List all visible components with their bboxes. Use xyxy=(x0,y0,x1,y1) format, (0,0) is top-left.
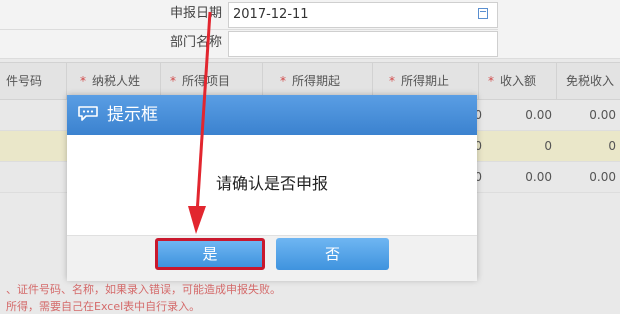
declare-date-input[interactable]: 2017-12-11 xyxy=(228,2,498,28)
cell-tax-free-income: 0 xyxy=(608,139,616,153)
calendar-icon[interactable] xyxy=(478,8,488,19)
cell-income-amount: 0 xyxy=(544,139,552,153)
col-id-number: 件号码 xyxy=(6,74,43,88)
note-line-1: 、证件号码、名称，如果录入错误，可能造成申报失败。 xyxy=(6,283,281,296)
form-blank xyxy=(498,0,620,58)
column-divider xyxy=(372,63,373,99)
col-period-end: * 所得期止 xyxy=(389,74,450,88)
dialog-header: 提示框 xyxy=(67,95,477,135)
no-button[interactable]: 否 xyxy=(276,238,389,270)
column-divider xyxy=(160,63,161,99)
col-income-amount: * 收入额 xyxy=(488,74,537,88)
yes-button[interactable]: 是 xyxy=(155,238,265,270)
confirm-dialog: 提示框 请确认是否申报 是 否 xyxy=(67,95,477,281)
department-label: 部门名称 xyxy=(169,35,222,50)
note-line-2: 所得，需要自己在Excel表中自行录入。 xyxy=(6,300,201,313)
col-income-item: * 所得项目 xyxy=(170,74,231,88)
dialog-message: 请确认是否申报 xyxy=(215,174,328,193)
chat-bubble-icon xyxy=(78,106,98,121)
column-divider xyxy=(262,63,263,99)
cell-income-amount: 0.00 xyxy=(525,108,552,122)
column-divider xyxy=(66,63,67,99)
declare-date-label: 申报日期 xyxy=(169,6,222,21)
column-divider xyxy=(556,63,557,99)
dialog-body: 请确认是否申报 xyxy=(67,135,477,235)
dialog-title: 提示框 xyxy=(107,105,158,125)
dialog-footer: 是 否 xyxy=(67,235,477,281)
column-divider xyxy=(478,63,479,99)
col-tax-free-income: 免税收入 xyxy=(566,74,615,88)
col-period-start: * 所得期起 xyxy=(280,74,341,88)
cell-tax-free-income: 0.00 xyxy=(589,170,616,184)
cell-income-amount: 0.00 xyxy=(525,170,552,184)
col-taxpayer-name: * 纳税人姓 xyxy=(80,74,141,88)
cell-tax-free-income: 0.00 xyxy=(589,108,616,122)
department-input[interactable] xyxy=(228,31,498,57)
